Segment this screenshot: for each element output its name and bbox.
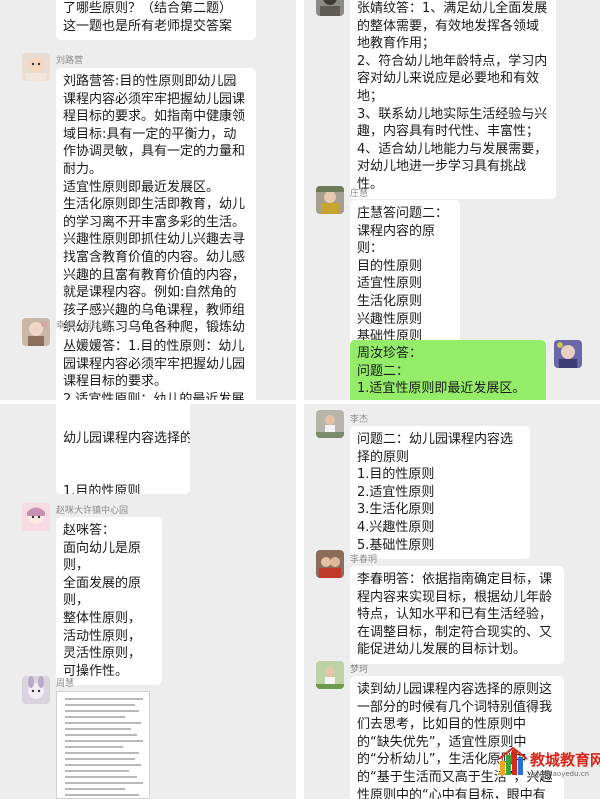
- message-bubble: 张婧纹答：1、满足幼儿全面发展的整体需要，有效地发挥各领域地教育作用； 2、符合…: [350, 0, 556, 199]
- avatar[interactable]: [316, 410, 344, 438]
- avatar-self[interactable]: [554, 340, 582, 368]
- avatar[interactable]: [316, 186, 344, 214]
- avatar[interactable]: [22, 53, 50, 81]
- message-bubble: 赵咪答： 面向幼儿是原则， 全面发展的原则， 整体性原则， 活动性原则， 灵活性…: [56, 517, 162, 686]
- sender-name: 庄慧: [350, 189, 369, 199]
- sender-name: 梦珂: [350, 665, 369, 675]
- sender-name: 赵咪大许镇中心园: [56, 506, 129, 516]
- message-bubble: 幼儿园课程内容选择的原则 1.目的性原则 2.适宜性原则 3.生活化原则 4.兴…: [56, 404, 190, 494]
- avatar[interactable]: [316, 550, 344, 578]
- message-text-partial: 幼儿园课程内容选择的原则: [63, 431, 190, 447]
- message-bubble: 刘路营答:目的性原则即幼儿园课程内容必须牢牢把握幼儿园课程目标的要求。如指南中健…: [56, 68, 256, 360]
- sender-name: 幸福，留给媛: [56, 321, 111, 331]
- message-bubble: 了哪些原则？（结合第二题） 这一题也是所有老师提交答案: [56, 0, 256, 41]
- avatar[interactable]: [316, 0, 344, 16]
- avatar[interactable]: [22, 676, 50, 704]
- message-bubble-self: 周汝珍答： 问题二： 1.适宜性原则即最近发展区。: [350, 340, 546, 400]
- document-image-thumbnail[interactable]: [56, 691, 150, 799]
- watermark-url: www.jiaoyedu.cn: [530, 770, 590, 778]
- screenshot-panel-bottom-left: 幼儿园课程内容选择的原则 1.目的性原则 2.适宜性原则 3.生活化原则 4.兴…: [0, 404, 296, 799]
- screenshot-panel-bottom-right: 李杰 问题二：幼儿园课程内容选择的原则 1.目的性原则 2.适宜性原则 3.生活…: [304, 404, 600, 799]
- sender-name: 周慧: [56, 679, 75, 689]
- message-text: 1.目的性原则 2.适宜性原则 3.生活化原则 4.兴趣性原则 5.基础性原则: [63, 483, 141, 494]
- site-watermark: 教城教育网 www.jiaoyedu.cn: [498, 747, 600, 787]
- screenshot-panel-top-right: 张婧纹答：1、满足幼儿全面发展的整体需要，有效地发挥各领域地教育作用； 2、符合…: [304, 0, 600, 400]
- message-bubble: 丛媛媛答：1.目的性原则：幼儿园课程内容必须牢牢把握幼儿园课程目标的要求。 2.…: [56, 333, 256, 400]
- avatar[interactable]: [22, 318, 50, 346]
- message-bubble: 问题二：幼儿园课程内容选择的原则 1.目的性原则 2.适宜性原则 3.生活化原则…: [350, 426, 530, 560]
- avatar[interactable]: [22, 503, 50, 531]
- avatar[interactable]: [316, 661, 344, 689]
- sender-name: 李春明: [350, 555, 378, 565]
- sender-name: 李杰: [350, 415, 369, 425]
- watermark-logo-icon: [498, 747, 528, 775]
- message-bubble: 李春明答：依据指南确定目标，课程内容来实现目标，根据幼儿年龄特点，认知水平和已有…: [350, 566, 564, 664]
- watermark-title: 教城教育网: [530, 751, 600, 769]
- sender-name: 刘路营: [56, 56, 84, 66]
- screenshot-panel-top-left: 了哪些原则？（结合第二题） 这一题也是所有老师提交答案 刘路营 刘路营答:目的性…: [0, 0, 296, 400]
- message-bubble: 庄慧答问题二： 课程内容的原则： 目的性原则 适宜性原则 生活化原则 兴趣性原则…: [350, 200, 460, 351]
